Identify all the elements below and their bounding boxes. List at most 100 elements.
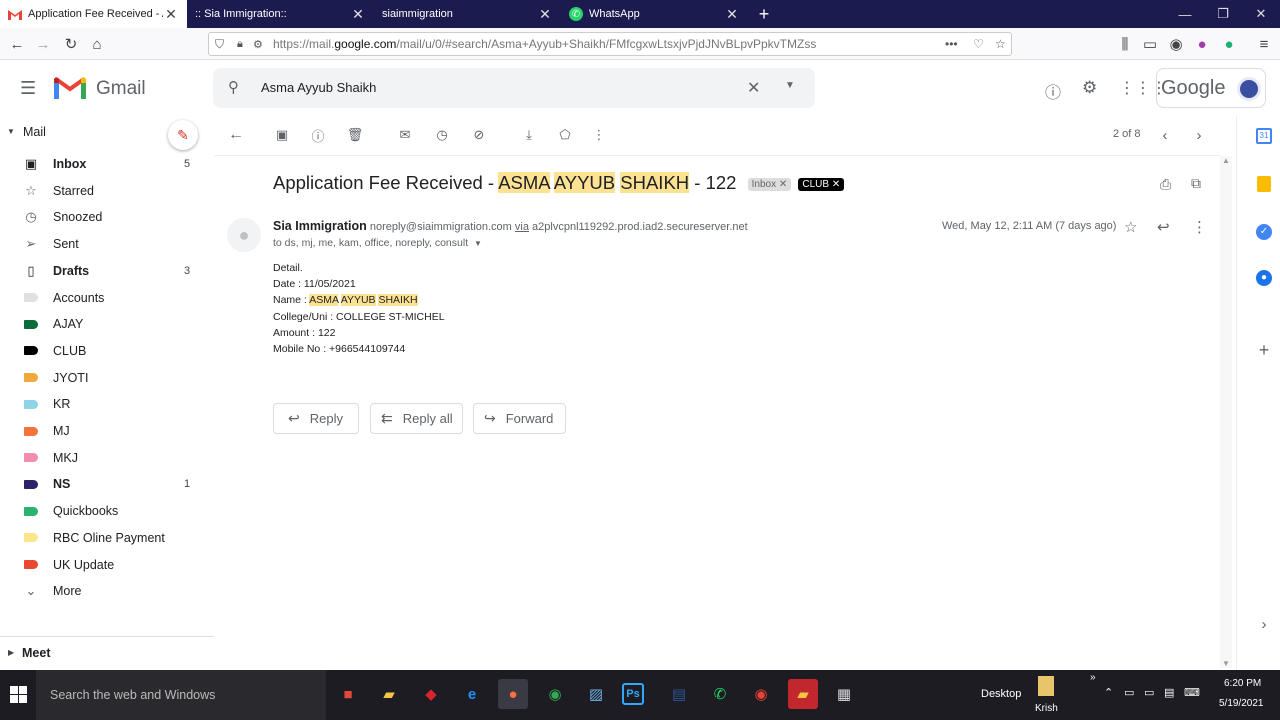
library-icon[interactable]: ⫼ xyxy=(1114,34,1136,54)
avatar[interactable] xyxy=(1237,77,1261,101)
report-spam-icon[interactable]: ⓘ xyxy=(309,126,327,144)
delete-icon[interactable]: 🗑︎ xyxy=(346,126,364,144)
open-new-window-icon[interactable]: ⧉ xyxy=(1191,175,1201,192)
close-icon[interactable]: ✕ xyxy=(724,6,740,23)
collapse-arrow-icon[interactable]: ▼ xyxy=(7,127,15,136)
expand-panel-icon[interactable]: › xyxy=(1248,616,1280,633)
more-actions-icon[interactable]: ⋮ xyxy=(590,126,608,144)
sidebar-item-snoozed[interactable]: ◷ Snoozed xyxy=(0,204,210,230)
scroll-down-icon[interactable]: ▼ xyxy=(1222,659,1230,668)
move-to-icon[interactable]: ⤓ xyxy=(520,126,538,144)
sidebar-item-inbox[interactable]: ▣ Inbox 5 xyxy=(0,151,210,177)
bookmark-star-icon[interactable]: ☆ xyxy=(995,37,1006,51)
tab-application-fee[interactable]: Application Fee Received - ASMA AYYUB SH… xyxy=(0,0,187,28)
show-details-icon[interactable]: ▼ xyxy=(474,239,482,248)
gmail-logo-icon[interactable] xyxy=(54,75,86,102)
search-options-icon[interactable]: ▼ xyxy=(785,80,795,91)
firefox-icon[interactable]: ● xyxy=(498,679,528,709)
address-bar[interactable]: ⛉ 🔒︎ ⚙︎ https://mail.google.com/mail/u/0… xyxy=(208,32,1012,56)
tab-whatsapp[interactable]: ✆ WhatsApp ✕ xyxy=(561,0,748,28)
compose-pencil-icon[interactable]: ✎ xyxy=(168,120,198,150)
remove-label-icon[interactable]: ✕ xyxy=(779,179,787,190)
search-bar[interactable]: ⚲ Asma Ayyub Shaikh ✕ ▼ xyxy=(213,68,815,108)
archive-icon[interactable]: ▣ xyxy=(273,126,291,144)
tasks-icon[interactable]: ✓ xyxy=(1248,224,1280,240)
windows-start-icon[interactable] xyxy=(10,686,27,706)
sidebar-item-mkj[interactable]: MKJ xyxy=(0,445,210,471)
clear-search-icon[interactable]: ✕ xyxy=(747,78,760,98)
tray-chevron-icon[interactable]: ⌃ xyxy=(1104,686,1113,699)
whatsapp-icon[interactable]: ✆ xyxy=(705,679,735,709)
sidebar-item-rbc-oline-payment[interactable]: RBC Oline Payment xyxy=(0,525,210,551)
photos-icon[interactable]: ▨ xyxy=(581,679,611,709)
word-icon[interactable]: ▤ xyxy=(664,679,694,709)
older-chevron-icon[interactable]: › xyxy=(1190,126,1208,144)
reply-all-button[interactable]: ⇇ Reply all xyxy=(370,403,463,434)
reload-icon[interactable]: ↻ xyxy=(60,34,82,54)
sidebar-item-drafts[interactable]: ▯ Drafts 3 xyxy=(0,258,210,284)
sidebar-item-club[interactable]: CLUB xyxy=(0,338,210,364)
tab-sia-immigration[interactable]: :: Sia Immigration:: ✕ xyxy=(187,0,374,28)
label-as-icon[interactable]: ⬠ xyxy=(556,126,574,144)
help-icon[interactable]: ⓘ xyxy=(1045,79,1061,103)
club-chip[interactable]: CLUB ✕ xyxy=(798,177,845,191)
recipients-line[interactable]: to ds, mj, me, kam, office, noreply, con… xyxy=(273,237,482,249)
desktop-label[interactable]: Desktop xyxy=(981,688,1021,700)
page-actions-icon[interactable]: ••• xyxy=(945,37,958,51)
meet-section-label[interactable]: Meet xyxy=(22,646,50,660)
star-icon[interactable]: ☆ xyxy=(1124,218,1137,236)
sidebar-item-ns[interactable]: NS 1 xyxy=(0,471,210,497)
calendar-icon[interactable]: 31 xyxy=(1248,128,1280,144)
chrome-icon[interactable]: ◉ xyxy=(540,679,570,709)
snooze-icon[interactable]: ◷ xyxy=(433,126,451,144)
close-icon[interactable]: ✕ xyxy=(350,6,366,23)
main-menu-icon[interactable]: ☰ xyxy=(20,78,40,98)
settings-gear-icon[interactable]: ⚙ xyxy=(1082,78,1097,98)
folder-icon[interactable]: ▰ xyxy=(788,679,818,709)
sidebar-item-mj[interactable]: MJ xyxy=(0,418,210,444)
photoshop-icon[interactable]: Ps xyxy=(622,683,644,705)
new-tab-button[interactable]: + xyxy=(752,0,776,28)
sender-name[interactable]: Sia Immigration xyxy=(273,219,367,233)
menu-icon[interactable]: ≡ xyxy=(1253,34,1275,54)
window-close-icon[interactable]: ✕ xyxy=(1242,0,1280,28)
sidebar-item-starred[interactable]: ☆ Starred xyxy=(0,178,210,204)
restore-icon[interactable]: ❐ xyxy=(1204,0,1242,28)
search-icon[interactable]: ⚲ xyxy=(228,78,239,96)
back-icon[interactable]: ← xyxy=(6,34,28,54)
sidebar-item-uk-update[interactable]: UK Update xyxy=(0,552,210,578)
scrollbar[interactable]: ▲ ▼ xyxy=(1220,156,1232,668)
google-account-box[interactable]: Google xyxy=(1156,68,1266,108)
grammarly-icon[interactable]: ● xyxy=(1218,34,1240,54)
pocket-icon[interactable]: ♡ xyxy=(973,37,984,51)
close-icon[interactable]: ✕ xyxy=(537,6,553,23)
scroll-up-icon[interactable]: ▲ xyxy=(1222,156,1230,165)
tab-siaimmigration[interactable]: siaimmigration ✕ xyxy=(374,0,561,28)
add-task-icon[interactable]: ⊘ xyxy=(470,126,488,144)
newer-chevron-icon[interactable]: ‹ xyxy=(1156,126,1174,144)
reply-button[interactable]: ↩ Reply xyxy=(273,403,359,434)
toolbar-expand-icon[interactable]: » xyxy=(1090,672,1096,683)
sidebar-item-kr[interactable]: KR xyxy=(0,391,210,417)
sidebar-item-more[interactable]: ⌄ More xyxy=(0,578,210,604)
extension-icon[interactable]: ● xyxy=(1191,34,1213,54)
mail-section-label[interactable]: Mail xyxy=(23,125,46,139)
home-icon[interactable]: ⌂ xyxy=(86,34,108,54)
remove-label-icon[interactable]: ✕ xyxy=(832,179,840,190)
keyboard-icon[interactable]: ⌨ xyxy=(1184,686,1200,699)
more-options-icon[interactable]: ⋮ xyxy=(1192,218,1207,236)
mark-unread-icon[interactable]: ✉ xyxy=(396,126,414,144)
via-label[interactable]: via xyxy=(515,221,529,233)
forward-icon[interactable]: → xyxy=(32,34,54,54)
battery-icon[interactable]: ▭ xyxy=(1124,686,1134,699)
edge-icon[interactable]: e xyxy=(457,679,487,709)
chrome-profile-icon[interactable]: ◉ xyxy=(746,679,776,709)
minimize-icon[interactable]: — xyxy=(1166,0,1204,28)
sidebar-icon[interactable]: ▭ xyxy=(1139,34,1161,54)
keep-icon[interactable] xyxy=(1248,176,1280,192)
search-input[interactable]: Asma Ayyub Shaikh xyxy=(261,80,376,95)
network-icon[interactable]: ▭ xyxy=(1144,686,1154,699)
sidebar-item-quickbooks[interactable]: Quickbooks xyxy=(0,498,210,524)
account-icon[interactable]: ◉ xyxy=(1165,34,1187,54)
winrar-icon[interactable]: ■ xyxy=(333,679,363,709)
